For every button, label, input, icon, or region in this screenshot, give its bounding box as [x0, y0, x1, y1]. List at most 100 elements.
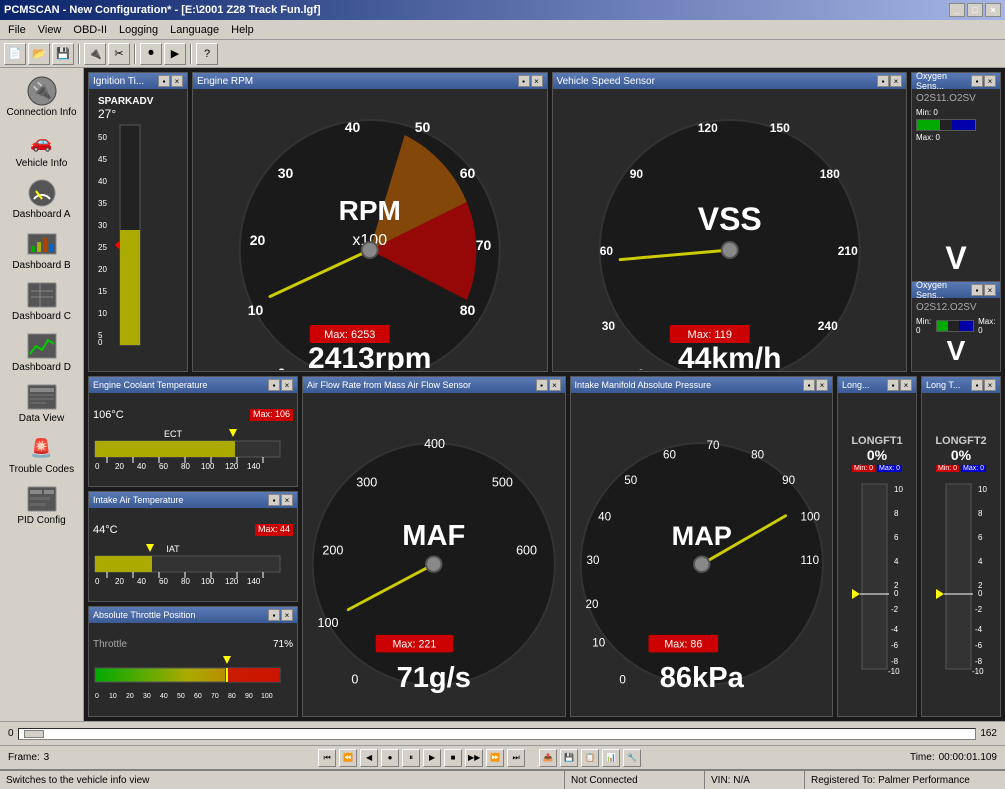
scrollbar-thumb[interactable]: [24, 730, 44, 738]
window-controls[interactable]: _ □ ×: [949, 3, 1001, 17]
panel-map-controls[interactable]: ▪ ×: [803, 379, 828, 391]
panel-maf-controls[interactable]: ▪ ×: [536, 379, 561, 391]
panel-longft2-close[interactable]: ×: [984, 379, 996, 391]
panel-o2s12-close[interactable]: ×: [984, 284, 996, 296]
svg-text:150: 150: [769, 121, 789, 135]
playback-last[interactable]: ⏭: [507, 749, 525, 767]
svg-text:MAP: MAP: [671, 520, 731, 551]
toolbar-open[interactable]: 📂: [28, 43, 50, 65]
sidebar-item-dashB[interactable]: Dashboard B: [3, 225, 81, 274]
svg-text:0: 0: [978, 589, 983, 598]
menu-logging[interactable]: Logging: [113, 22, 164, 38]
panel-ect-controls[interactable]: ▪ ×: [268, 379, 293, 391]
panel-rpm-close[interactable]: ×: [531, 75, 543, 87]
maximize-btn[interactable]: □: [967, 3, 983, 17]
playback-prev-fast[interactable]: ⏪: [339, 749, 357, 767]
panel-throttle-close[interactable]: ×: [281, 609, 293, 621]
close-btn[interactable]: ×: [985, 3, 1001, 17]
svg-text:110: 110: [800, 554, 819, 567]
panel-rpm-menu[interactable]: ▪: [518, 75, 530, 87]
panel-map: Intake Manifold Absolute Pressure ▪ × 0 …: [570, 376, 834, 717]
menu-language[interactable]: Language: [164, 22, 225, 38]
panel-map-menu[interactable]: ▪: [803, 379, 815, 391]
toolbar-connect[interactable]: 🔌: [84, 43, 106, 65]
panel-longft1-close[interactable]: ×: [900, 379, 912, 391]
sidebar-item-vehicle[interactable]: 🚗 Vehicle Info: [3, 123, 81, 172]
panel-longft1-menu[interactable]: ▪: [887, 379, 899, 391]
panel-throttle-menu[interactable]: ▪: [268, 609, 280, 621]
playback-prev[interactable]: ◀: [360, 749, 378, 767]
playback-dot1[interactable]: ●: [381, 749, 399, 767]
sidebar-item-pidconfig[interactable]: PID Config: [3, 480, 81, 529]
sidebar-item-dashA[interactable]: Dashboard A: [3, 174, 81, 223]
panel-rpm-controls[interactable]: ▪ ×: [518, 75, 543, 87]
panel-iat-close[interactable]: ×: [281, 494, 293, 506]
svg-text:40: 40: [98, 177, 107, 186]
status-left-text: Switches to the vehicle info view: [6, 775, 149, 786]
panel-o2s11-menu[interactable]: ▪: [971, 75, 983, 87]
playback-first[interactable]: ⏮: [318, 749, 336, 767]
panel-vss-controls[interactable]: ▪ ×: [877, 75, 902, 87]
panel-vss-menu[interactable]: ▪: [877, 75, 889, 87]
playback-stop[interactable]: ■: [444, 749, 462, 767]
panel-iat-controls[interactable]: ▪ ×: [268, 494, 293, 506]
playback-export2[interactable]: 💾: [560, 749, 578, 767]
minimize-btn[interactable]: _: [949, 3, 965, 17]
playback-pause[interactable]: ⏸: [402, 749, 420, 767]
panel-longft2-menu[interactable]: ▪: [971, 379, 983, 391]
dashB-icon: [26, 228, 58, 260]
panel-map-close[interactable]: ×: [816, 379, 828, 391]
toolbar-disconnect[interactable]: ✂: [108, 43, 130, 65]
playback-export5[interactable]: 🔧: [623, 749, 641, 767]
panel-ect-header: Engine Coolant Temperature ▪ ×: [89, 377, 297, 393]
menu-help[interactable]: Help: [225, 22, 260, 38]
panel-throttle-controls[interactable]: ▪ ×: [268, 609, 293, 621]
panel-ect-menu[interactable]: ▪: [268, 379, 280, 391]
playback-play[interactable]: ▶: [423, 749, 441, 767]
toolbar-play[interactable]: ▶: [164, 43, 186, 65]
panel-iat-menu[interactable]: ▪: [268, 494, 280, 506]
panel-maf-close[interactable]: ×: [549, 379, 561, 391]
menu-obd[interactable]: OBD-II: [67, 22, 113, 38]
sidebar-item-dashD[interactable]: Dashboard D: [3, 327, 81, 376]
frame-value: 3: [44, 752, 50, 763]
toolbar-save[interactable]: 💾: [52, 43, 74, 65]
sidebar-item-dataview[interactable]: Data View: [3, 378, 81, 427]
panel-o2s12-controls[interactable]: ▪ ×: [971, 284, 996, 296]
playback-export1[interactable]: 📤: [539, 749, 557, 767]
scrollbar-track[interactable]: [18, 728, 977, 740]
panel-o2s12-menu[interactable]: ▪: [971, 284, 983, 296]
panel-ignition-menu[interactable]: ▪: [158, 75, 170, 87]
menu-view[interactable]: View: [32, 22, 68, 38]
panel-ignition-close[interactable]: ×: [171, 75, 183, 87]
panel-o2s11: Oxygen Sens... ▪ × O2S11.O2SV Min: 0: [911, 72, 1001, 372]
o2s12-min: Min: 0: [916, 317, 932, 335]
panel-vss-close[interactable]: ×: [890, 75, 902, 87]
panel-ect-close[interactable]: ×: [281, 379, 293, 391]
menu-file[interactable]: File: [2, 22, 32, 38]
panel-ignition-controls[interactable]: ▪ ×: [158, 75, 183, 87]
svg-text:0: 0: [351, 672, 358, 686]
panel-maf-menu[interactable]: ▪: [536, 379, 548, 391]
playback-next-fast[interactable]: ⏩: [486, 749, 504, 767]
toolbar-help[interactable]: ?: [196, 43, 218, 65]
panel-o2s11-controls[interactable]: ▪ ×: [971, 75, 996, 87]
toolbar-new[interactable]: 📄: [4, 43, 26, 65]
sidebar-item-trouble[interactable]: 🚨 Trouble Codes: [3, 429, 81, 478]
panel-longft1-header: Long... ▪ ×: [838, 377, 916, 393]
panel-longft2-controls[interactable]: ▪ ×: [971, 379, 996, 391]
sidebar-item-connection[interactable]: 🔌 Connection Info: [3, 72, 81, 121]
svg-text:27°: 27°: [98, 107, 116, 121]
panel-maf-body: 0 100 200 300 400 500 600 MAF: [303, 393, 565, 716]
playback-export3[interactable]: 📋: [581, 749, 599, 767]
toolbar-record[interactable]: ⏺: [140, 43, 162, 65]
playback-export4[interactable]: 📊: [602, 749, 620, 767]
sidebar-item-dashC[interactable]: Dashboard C: [3, 276, 81, 325]
panel-o2s11-close[interactable]: ×: [984, 75, 996, 87]
playback-next[interactable]: ▶▶: [465, 749, 483, 767]
pidconfig-icon: [26, 483, 58, 515]
svg-text:45: 45: [98, 155, 107, 164]
svg-text:100: 100: [201, 577, 215, 586]
panel-longft2-header: Long T... ▪ ×: [922, 377, 1000, 393]
panel-longft1-controls[interactable]: ▪ ×: [887, 379, 912, 391]
